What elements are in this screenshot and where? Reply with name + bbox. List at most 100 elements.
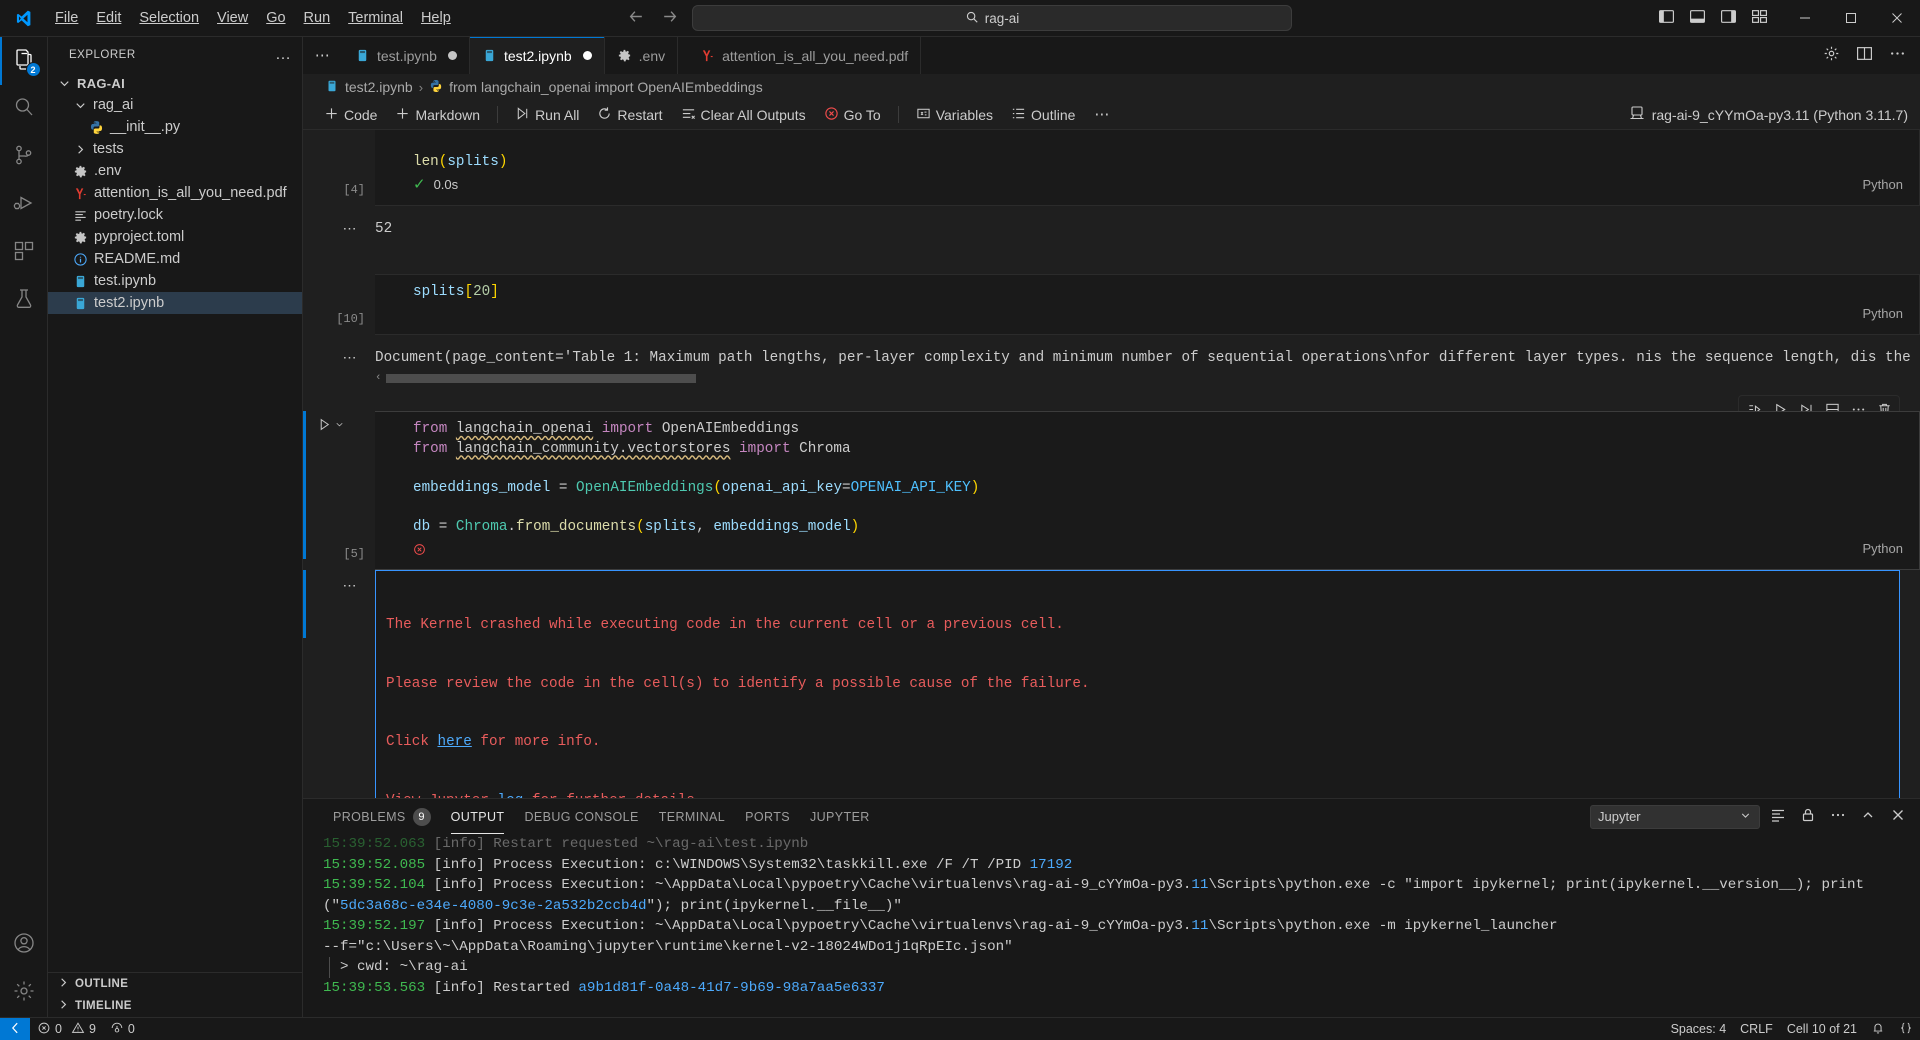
- activity-item-accounts[interactable]: [0, 921, 48, 969]
- tree-item-readme-md[interactable]: README.md: [48, 248, 302, 270]
- activity-item-run-and-debug[interactable]: [0, 181, 48, 229]
- more-actions-icon[interactable]: [1889, 45, 1906, 66]
- customize-layout-icon[interactable]: [1751, 8, 1768, 29]
- tab-env[interactable]: .env: [604, 37, 679, 74]
- code-editor[interactable]: splits[20] Python: [375, 273, 1920, 335]
- activity-item-search[interactable]: [0, 85, 48, 133]
- notebook-cell-embeddings[interactable]: [5] from langchain_openai import OpenAIE…: [303, 395, 1920, 570]
- toggle-secondary-sidebar-icon[interactable]: [1720, 8, 1737, 29]
- jupyter-log-link[interactable]: log: [498, 793, 524, 799]
- code-editor[interactable]: splits = text_splitter.split_documents(p…: [375, 130, 1920, 206]
- go-to-button[interactable]: Go To: [817, 104, 888, 126]
- kernel-picker[interactable]: rag-ai-9_cYYmOa-py3.11 (Python 3.11.7): [1621, 103, 1920, 126]
- lock-scroll-icon[interactable]: [1800, 807, 1816, 827]
- tree-item-rag_ai[interactable]: rag_ai: [48, 94, 302, 116]
- scroll-left-arrow-icon[interactable]: ‹: [375, 372, 382, 384]
- sidebar-more-actions-icon[interactable]: …: [275, 46, 292, 62]
- add-markdown-cell-button[interactable]: Markdown: [388, 104, 487, 126]
- indentation-status[interactable]: Spaces: 4: [1664, 1018, 1734, 1040]
- close-panel-icon[interactable]: [1890, 807, 1906, 827]
- toggle-panel-icon[interactable]: [1689, 8, 1706, 29]
- notebook-editor[interactable]: [4] splits = text_splitter.split_documen…: [303, 130, 1920, 798]
- sidebar-section-outline[interactable]: OUTLINE: [48, 973, 302, 995]
- window-maximize-button[interactable]: [1828, 0, 1874, 37]
- window-close-button[interactable]: [1874, 0, 1920, 37]
- cell-language[interactable]: Python: [1863, 304, 1919, 324]
- window-minimize-button[interactable]: [1782, 0, 1828, 37]
- more-actions-icon[interactable]: [1830, 807, 1846, 827]
- tree-item-init-py[interactable]: __init__.py: [48, 116, 302, 138]
- toolbar-overflow-icon[interactable]: ⋯: [1086, 107, 1119, 122]
- eol-status[interactable]: CRLF: [1733, 1018, 1780, 1040]
- tree-item-tests[interactable]: tests: [48, 138, 302, 160]
- tree-item-attention-pdf[interactable]: attention_is_all_you_need.pdf: [48, 182, 302, 204]
- activity-item-manage[interactable]: [0, 969, 48, 1017]
- command-center[interactable]: rag-ai: [692, 5, 1292, 31]
- code-editor[interactable]: from langchain_openai import OpenAIEmbed…: [375, 411, 1920, 570]
- notifications-button[interactable]: [1864, 1018, 1892, 1040]
- menu-help[interactable]: Help: [412, 7, 460, 29]
- tab-dirty-indicator[interactable]: [582, 51, 592, 60]
- tree-item-test-ipynb[interactable]: test.ipynb: [48, 270, 302, 292]
- restart-kernel-button[interactable]: Restart: [590, 104, 669, 126]
- tab-attention-pdf[interactable]: attention_is_all_you_need.pdf: [678, 37, 922, 74]
- problems-status-button[interactable]: 0 9: [30, 1018, 103, 1040]
- remote-indicator-button[interactable]: [0, 1017, 30, 1040]
- scrollbar-thumb[interactable]: [385, 373, 696, 383]
- tab-test2-ipynb[interactable]: test2.ipynb: [469, 37, 605, 74]
- menu-edit[interactable]: Edit: [87, 7, 130, 29]
- variables-button[interactable]: Variables: [909, 104, 1000, 126]
- activity-item-explorer[interactable]: 2: [0, 37, 48, 85]
- menu-selection[interactable]: Selection: [130, 7, 208, 29]
- cell-language[interactable]: Python: [1863, 539, 1919, 559]
- menu-run[interactable]: Run: [295, 7, 340, 29]
- add-code-cell-button[interactable]: Code: [317, 104, 384, 126]
- tree-item-pyproject-toml[interactable]: pyproject.toml: [48, 226, 302, 248]
- maximize-panel-icon[interactable]: [1860, 807, 1876, 827]
- breadcrumb-file[interactable]: test2.ipynb: [345, 79, 413, 95]
- tree-item-rag-ai[interactable]: RAG-AI: [48, 72, 302, 94]
- activity-item-source-control[interactable]: [0, 133, 48, 181]
- cell-position-status[interactable]: Cell 10 of 21: [1780, 1018, 1864, 1040]
- output-channel-select[interactable]: Jupyter: [1590, 804, 1760, 829]
- tree-item-test2-ipynb[interactable]: test2.ipynb: [48, 292, 302, 314]
- output-horizontal-scrollbar[interactable]: ‹: [375, 372, 1920, 384]
- tree-item-poetry-lock[interactable]: poetry.lock: [48, 204, 302, 226]
- go-back-icon[interactable]: [628, 8, 645, 29]
- output-collapse-icon[interactable]: ⋯: [303, 347, 375, 383]
- clear-all-outputs-button[interactable]: Clear All Outputs: [674, 104, 813, 126]
- toggle-primary-sidebar-icon[interactable]: [1658, 8, 1675, 29]
- sidebar-section-timeline[interactable]: TIMELINE: [48, 995, 302, 1017]
- cell-run-button[interactable]: [317, 417, 345, 432]
- menu-go[interactable]: Go: [257, 7, 294, 29]
- activity-item-testing[interactable]: [0, 277, 48, 325]
- activity-item-extensions[interactable]: [0, 229, 48, 277]
- notebook-cell-splits[interactable]: [4] splits = text_splitter.split_documen…: [303, 130, 1920, 206]
- tabbar-overflow-icon[interactable]: ⋯: [303, 37, 343, 74]
- go-forward-icon[interactable]: [661, 8, 678, 29]
- panel-tab-output[interactable]: OUTPUT: [441, 799, 515, 834]
- menu-view[interactable]: View: [208, 7, 257, 29]
- run-all-button[interactable]: Run All: [508, 104, 586, 126]
- notebook-cell-splits-20[interactable]: [10] splits[20] Python: [303, 273, 1920, 335]
- panel-tab-debug-console[interactable]: DEBUG CONSOLE: [514, 799, 648, 834]
- tab-dirty-indicator[interactable]: [447, 51, 457, 60]
- breadcrumb-symbol[interactable]: from langchain_openai import OpenAIEmbed…: [449, 79, 763, 95]
- cell-language[interactable]: Python: [1863, 175, 1919, 195]
- tab-test-ipynb[interactable]: test.ipynb: [343, 37, 470, 74]
- output-collapse-icon[interactable]: ⋯: [303, 218, 375, 240]
- menu-terminal[interactable]: Terminal: [339, 7, 412, 29]
- menu-file[interactable]: File: [46, 7, 87, 29]
- outline-button[interactable]: Outline: [1004, 104, 1082, 126]
- panel-tab-problems[interactable]: PROBLEMS 9: [323, 799, 441, 834]
- output-log[interactable]: 15:39:52.063 [info] Restart requested ~\…: [303, 834, 1920, 1017]
- panel-tab-ports[interactable]: PORTS: [735, 799, 800, 834]
- here-link[interactable]: here: [437, 734, 471, 750]
- settings-gear-icon[interactable]: [1823, 45, 1840, 66]
- split-editor-icon[interactable]: [1856, 45, 1873, 66]
- tree-item-env[interactable]: .env: [48, 160, 302, 182]
- panel-tab-terminal[interactable]: TERMINAL: [649, 799, 735, 834]
- json-format-button[interactable]: [1892, 1018, 1920, 1040]
- output-collapse-icon[interactable]: ⋯: [303, 570, 375, 798]
- panel-tab-jupyter[interactable]: JUPYTER: [800, 799, 880, 834]
